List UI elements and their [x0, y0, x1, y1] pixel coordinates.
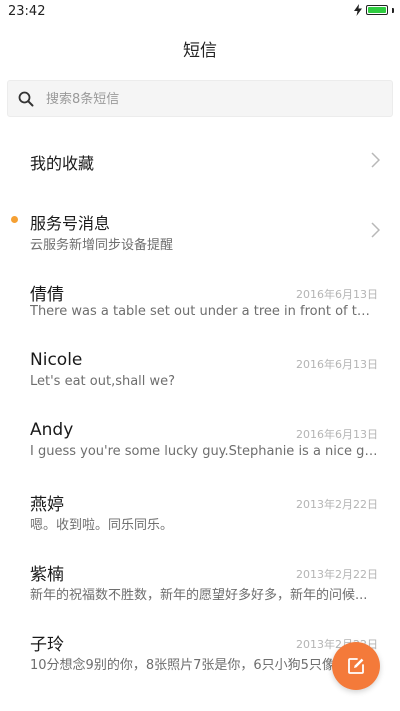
message-preview: I guess you're some lucky guy.Stephanie …: [30, 444, 378, 459]
status-bar: 23:42: [0, 0, 400, 24]
contact-name: Nicole: [30, 350, 83, 370]
contact-name: 燕婷: [30, 495, 64, 515]
message-preview: There was a table set out under a tree i…: [30, 304, 378, 319]
message-date: 2013年2月22日: [296, 498, 378, 511]
compose-icon: [348, 658, 364, 674]
conversation-item[interactable]: Andy 2016年6月13日 I guess you're some luck…: [0, 410, 400, 472]
conversation-item[interactable]: 燕婷 2013年2月22日 嗯。收到啦。同乐同乐。: [0, 480, 400, 542]
service-subtitle: 云服务新增同步设备提醒: [30, 238, 174, 253]
page-title: 短信: [183, 41, 217, 61]
battery-icon: [366, 5, 388, 15]
conversation-item[interactable]: 紫楠 2013年2月22日 新年的祝福数不胜数，新年的愿望好多好多，新年的问候.…: [0, 550, 400, 612]
favorites-label: 我的收藏: [30, 154, 95, 173]
status-icons: [354, 4, 394, 16]
favorites-row[interactable]: 我的收藏: [0, 134, 400, 186]
service-messages-row[interactable]: 服务号消息 云服务新增同步设备提醒: [0, 200, 400, 260]
search-input[interactable]: [44, 81, 378, 118]
battery-level: [368, 7, 386, 13]
contact-name: 子玲: [30, 635, 64, 655]
message-date: 2016年6月13日: [296, 288, 378, 301]
message-preview: 嗯。收到啦。同乐同乐。: [30, 518, 174, 533]
message-preview: 10分想念9别的你，8张照片7张是你，6只小狗5只像你: [30, 658, 348, 673]
search-bar[interactable]: [7, 80, 393, 118]
conversation-item[interactable]: Nicole 2016年6月13日 Let's eat out,shall we…: [0, 340, 400, 402]
charging-bolt-icon: [354, 4, 362, 16]
contact-name: 倩倩: [30, 285, 64, 305]
message-date: 2016年6月13日: [296, 358, 378, 371]
contact-name: 紫楠: [30, 565, 64, 585]
search-icon: [18, 91, 34, 107]
status-time: 23:42: [8, 4, 46, 19]
message-date: 2016年6月13日: [296, 428, 378, 441]
conversation-item[interactable]: 倩倩 2016年6月13日 There was a table set out …: [0, 270, 400, 332]
message-preview: 新年的祝福数不胜数，新年的愿望好多好多，新年的问候...: [30, 588, 368, 603]
contact-name: Andy: [30, 420, 74, 440]
service-title: 服务号消息: [30, 214, 111, 233]
message-preview: Let's eat out,shall we?: [30, 374, 176, 389]
unread-dot: [11, 216, 18, 223]
battery-tip: [392, 7, 394, 13]
chevron-right-icon: [371, 222, 380, 238]
chevron-right-icon: [371, 152, 380, 168]
message-date: 2013年2月22日: [296, 568, 378, 581]
compose-button[interactable]: [332, 642, 380, 690]
